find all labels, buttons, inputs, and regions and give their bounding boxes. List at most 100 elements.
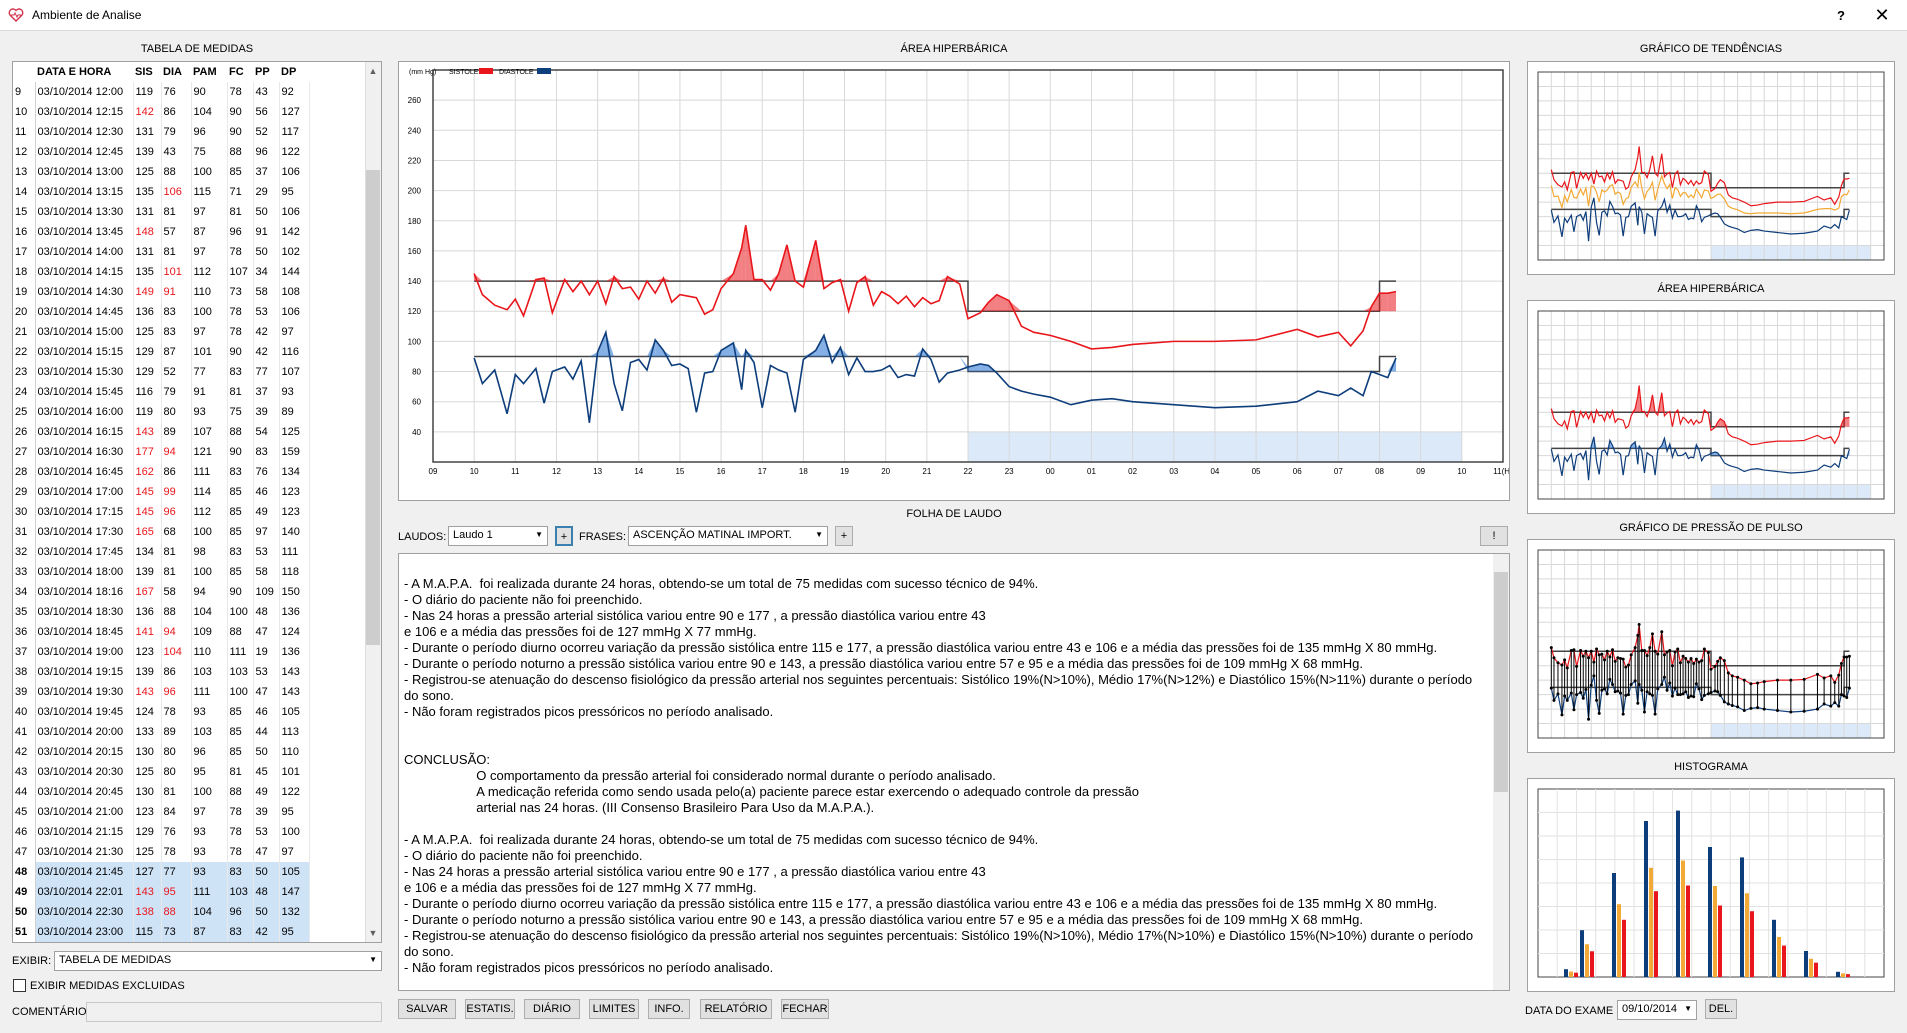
table-row[interactable]: 29 03/10/2014 17:00 145 99 114 85 46 123 bbox=[13, 482, 310, 502]
table-row[interactable]: 39 03/10/2014 19:30 143 96 111 100 47 143 bbox=[13, 682, 310, 702]
table-row[interactable]: 43 03/10/2014 20:30 125 80 95 81 45 101 bbox=[13, 762, 310, 782]
histogram-bar bbox=[1708, 847, 1712, 977]
column-header[interactable]: PP bbox=[253, 62, 279, 82]
table-row[interactable]: 42 03/10/2014 20:15 130 80 96 85 50 110 bbox=[13, 742, 310, 762]
table-row[interactable]: 51 03/10/2014 23:00 115 73 87 83 42 95 bbox=[13, 922, 310, 942]
table-cell: 110 bbox=[279, 742, 310, 762]
table-row[interactable]: 49 03/10/2014 22:01 143 95 111 103 48 147 bbox=[13, 882, 310, 902]
alert-button[interactable]: ! bbox=[1480, 526, 1508, 546]
table-cell: 78 bbox=[227, 242, 254, 262]
pulse-point bbox=[1650, 632, 1654, 636]
table-row[interactable]: 26 03/10/2014 16:15 143 89 107 88 54 125 bbox=[13, 422, 310, 442]
add-laudo-button[interactable]: + bbox=[555, 526, 573, 546]
column-header[interactable]: PAM bbox=[191, 62, 227, 82]
del-button[interactable]: DEL. bbox=[1705, 999, 1737, 1019]
table-row[interactable]: 24 03/10/2014 15:45 116 79 91 81 37 93 bbox=[13, 382, 310, 402]
table-row[interactable]: 36 03/10/2014 18:45 141 94 109 88 47 124 bbox=[13, 622, 310, 642]
laudo-text[interactable]: - A M.A.P.A. foi realizada durante 24 ho… bbox=[404, 576, 1494, 976]
table-row[interactable]: 34 03/10/2014 18:16 167 58 94 90 109 150 bbox=[13, 582, 310, 602]
pulse-point bbox=[1629, 653, 1633, 657]
table-cell: 108 bbox=[279, 282, 310, 302]
table-cell: 03/10/2014 19:45 bbox=[35, 702, 134, 722]
close-icon[interactable]: ✕ bbox=[1864, 3, 1900, 27]
table-row[interactable]: 38 03/10/2014 19:15 139 86 103 103 53 143 bbox=[13, 662, 310, 682]
fechar-button[interactable]: FECHAR bbox=[781, 999, 829, 1019]
table-row[interactable]: 16 03/10/2014 13:45 148 57 87 96 91 142 bbox=[13, 222, 310, 242]
column-header[interactable]: DP bbox=[279, 62, 309, 82]
table-row[interactable]: 27 03/10/2014 16:30 177 94 121 90 83 159 bbox=[13, 442, 310, 462]
table-row[interactable]: 37 03/10/2014 19:00 123 104 110 111 19 136 bbox=[13, 642, 310, 662]
diario-button[interactable]: DIÁRIO bbox=[524, 999, 580, 1019]
table-row[interactable]: 47 03/10/2014 21:30 125 78 93 78 47 97 bbox=[13, 842, 310, 862]
comentario-input[interactable] bbox=[86, 1002, 382, 1022]
table-row[interactable]: 30 03/10/2014 17:15 145 96 112 85 49 123 bbox=[13, 502, 310, 522]
pulse-point bbox=[1619, 656, 1623, 660]
table-row[interactable]: 35 03/10/2014 18:30 136 88 104 100 48 136 bbox=[13, 602, 310, 622]
help-button[interactable]: ? bbox=[1826, 5, 1856, 27]
relatorio-button[interactable]: RELATÓRIO bbox=[700, 999, 772, 1019]
table-cell: 94 bbox=[191, 582, 228, 602]
column-header[interactable]: DIA bbox=[161, 62, 191, 82]
table-row[interactable]: 21 03/10/2014 15:00 125 83 97 78 42 97 bbox=[13, 322, 310, 342]
estatis-button[interactable]: ESTATIS. bbox=[465, 999, 515, 1019]
exibir-select[interactable]: TABELA DE MEDIDAS ▼ bbox=[54, 951, 382, 971]
table-row[interactable]: 33 03/10/2014 18:00 139 81 100 85 58 118 bbox=[13, 562, 310, 582]
table-row[interactable]: 25 03/10/2014 16:00 119 80 93 75 39 89 bbox=[13, 402, 310, 422]
table-cell: 90 bbox=[227, 442, 254, 462]
pulse-point bbox=[1608, 655, 1612, 659]
table-row[interactable]: 48 03/10/2014 21:45 127 77 93 83 50 105 bbox=[13, 862, 310, 882]
table-row[interactable]: 41 03/10/2014 20:00 133 89 103 85 44 113 bbox=[13, 722, 310, 742]
table-row[interactable]: 10 03/10/2014 12:15 142 86 104 90 56 127 bbox=[13, 102, 310, 122]
table-row[interactable]: 18 03/10/2014 14:15 135 101 112 107 34 144 bbox=[13, 262, 310, 282]
pulse-point bbox=[1709, 667, 1713, 671]
column-header[interactable]: SIS bbox=[133, 62, 161, 82]
table-row[interactable]: 17 03/10/2014 14:00 131 81 97 78 50 102 bbox=[13, 242, 310, 262]
histogram-bar bbox=[1745, 893, 1749, 977]
laudo-text-area[interactable]: - A M.A.P.A. foi realizada durante 24 ho… bbox=[398, 553, 1510, 991]
data-exame-select[interactable]: 09/10/2014 ▼ bbox=[1617, 1000, 1697, 1020]
table-cell: 127 bbox=[133, 862, 162, 882]
laudo-scrollbar-thumb[interactable] bbox=[1494, 572, 1508, 792]
table-cell: 97 bbox=[191, 202, 228, 222]
add-frase-button[interactable]: + bbox=[835, 526, 853, 546]
column-header[interactable]: FC bbox=[227, 62, 253, 82]
info-button[interactable]: INFO. bbox=[648, 999, 690, 1019]
table-row[interactable]: 9 03/10/2014 12:00 119 76 90 78 43 92 bbox=[13, 82, 310, 102]
table-row[interactable]: 44 03/10/2014 20:45 130 81 100 88 49 122 bbox=[13, 782, 310, 802]
column-header[interactable] bbox=[13, 62, 35, 82]
table-row[interactable]: 28 03/10/2014 16:45 162 86 111 83 76 134 bbox=[13, 462, 310, 482]
table-row[interactable]: 12 03/10/2014 12:45 139 43 75 88 96 122 bbox=[13, 142, 310, 162]
table-row[interactable]: 20 03/10/2014 14:45 136 83 100 78 53 106 bbox=[13, 302, 310, 322]
table-row[interactable]: 45 03/10/2014 21:00 123 84 97 78 39 95 bbox=[13, 802, 310, 822]
table-scrollbar-thumb[interactable] bbox=[366, 170, 380, 645]
scroll-down-icon[interactable]: ▼ bbox=[366, 925, 380, 941]
limites-button[interactable]: LIMITES bbox=[589, 999, 639, 1019]
pulse-point bbox=[1626, 663, 1630, 667]
exibir-excluidas-checkbox[interactable] bbox=[13, 979, 26, 992]
table-row[interactable]: 46 03/10/2014 21:15 129 76 93 78 53 100 bbox=[13, 822, 310, 842]
pulse-point bbox=[1619, 691, 1623, 695]
table-row[interactable]: 50 03/10/2014 22:30 138 88 104 96 50 132 bbox=[13, 902, 310, 922]
table-row[interactable]: 11 03/10/2014 12:30 131 79 96 90 52 117 bbox=[13, 122, 310, 142]
table-row[interactable]: 15 03/10/2014 13:30 131 81 97 81 50 106 bbox=[13, 202, 310, 222]
x-tick-label: 06 bbox=[1293, 467, 1302, 476]
table-row[interactable]: 23 03/10/2014 15:30 129 52 77 83 77 107 bbox=[13, 362, 310, 382]
scroll-up-icon[interactable]: ▲ bbox=[366, 63, 380, 79]
table-cell: 03/10/2014 13:30 bbox=[35, 202, 134, 222]
table-row[interactable]: 31 03/10/2014 17:30 165 68 100 85 97 140 bbox=[13, 522, 310, 542]
table-cell: 143 bbox=[279, 662, 310, 682]
table-row[interactable]: 22 03/10/2014 15:15 129 87 101 90 42 116 bbox=[13, 342, 310, 362]
table-row[interactable]: 13 03/10/2014 13:00 125 88 100 85 37 106 bbox=[13, 162, 310, 182]
frases-select[interactable]: ASCENÇÃO MATINAL IMPORT. ▼ bbox=[628, 526, 828, 546]
table-cell: 77 bbox=[191, 362, 228, 382]
table-row[interactable]: 40 03/10/2014 19:45 124 78 93 85 46 105 bbox=[13, 702, 310, 722]
table-cell: 53 bbox=[253, 662, 280, 682]
table-cell: 98 bbox=[191, 542, 228, 562]
column-header[interactable]: DATA E HORA bbox=[35, 62, 133, 82]
pulse-point bbox=[1776, 709, 1780, 713]
salvar-button[interactable]: SALVAR bbox=[398, 999, 456, 1019]
laudos-select[interactable]: Laudo 1 ▼ bbox=[448, 526, 548, 546]
table-row[interactable]: 32 03/10/2014 17:45 134 81 98 83 53 111 bbox=[13, 542, 310, 562]
table-row[interactable]: 14 03/10/2014 13:15 135 106 115 71 29 95 bbox=[13, 182, 310, 202]
table-row[interactable]: 19 03/10/2014 14:30 149 91 110 73 58 108 bbox=[13, 282, 310, 302]
